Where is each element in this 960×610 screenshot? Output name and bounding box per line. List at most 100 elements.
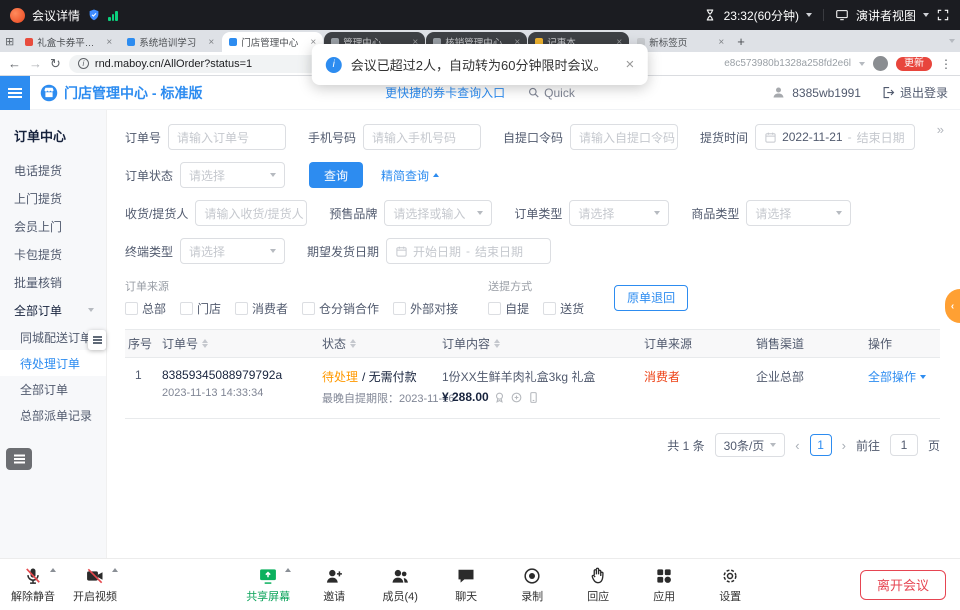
chevron-up-icon[interactable] — [112, 568, 118, 572]
toolbar-item-chat[interactable]: 聊天 — [443, 565, 489, 604]
coupon-query-link[interactable]: 更快捷的券卡查询入口 — [385, 84, 505, 101]
username[interactable]: 8385wb1991 — [792, 86, 861, 100]
receiver-input[interactable]: 请输入收货/提货人 — [195, 200, 307, 226]
browser-tab[interactable]: 门店管理中心× — [222, 32, 323, 52]
terminal-type-select[interactable]: 请选择 — [180, 238, 285, 264]
goto-page-input[interactable]: 1 — [890, 434, 918, 456]
toolbar-item-invite[interactable]: 邀请 — [311, 565, 357, 604]
table-header-cell[interactable]: 状态 — [319, 335, 439, 352]
sort-icon[interactable] — [350, 339, 356, 349]
brand-select[interactable]: 请选择或输入 — [384, 200, 492, 226]
tab-close-icon[interactable]: × — [718, 37, 724, 48]
sidebar-item[interactable]: 上门提货 — [0, 184, 106, 212]
all-actions-dropdown[interactable]: 全部操作 — [868, 368, 940, 385]
new-tab-button[interactable]: + — [737, 35, 745, 48]
checkbox-option[interactable]: 消费者 — [235, 300, 288, 317]
coupon-icon — [510, 391, 523, 404]
checkbox-icon[interactable] — [393, 302, 406, 315]
table-header-cell[interactable]: 订单内容 — [439, 335, 641, 352]
page-size-select[interactable]: 30条/页 — [715, 433, 786, 457]
sidebar-item[interactable]: 电话提货 — [0, 156, 106, 184]
sidebar-collapse-handle[interactable] — [88, 330, 106, 350]
expect-date-input[interactable]: 开始日期 - 结束日期 — [386, 238, 551, 264]
chevron-down-icon[interactable] — [806, 13, 812, 17]
banner-close-icon[interactable]: × — [625, 57, 634, 72]
order-number[interactable]: 83859345088979792a — [162, 368, 319, 382]
browser-update-button[interactable]: 更新 — [896, 57, 932, 71]
toolbar-item-screen-share[interactable]: 共享屏幕 — [245, 565, 291, 604]
security-shield-icon[interactable] — [87, 8, 101, 22]
checkbox-option[interactable]: 外部对接 — [393, 300, 458, 317]
toolbar-item-reaction[interactable]: 回应 — [575, 565, 621, 604]
fullscreen-icon[interactable] — [936, 8, 950, 22]
checkbox-icon[interactable] — [235, 302, 248, 315]
toolbar-item-settings[interactable]: 设置 — [707, 565, 753, 604]
tab-list-chevron-icon[interactable] — [949, 39, 955, 43]
leave-meeting-button[interactable]: 离开会议 — [860, 570, 946, 600]
toolbar-item-camera-off[interactable]: 开启视频 — [72, 565, 118, 604]
tab-title: 新标签页 — [649, 35, 714, 49]
reload-icon[interactable]: ↻ — [50, 57, 61, 70]
chevron-down-icon[interactable] — [859, 62, 865, 66]
back-icon[interactable]: ← — [8, 57, 21, 70]
phone-input[interactable]: 请输入手机号码 — [363, 124, 481, 150]
checkbox-icon[interactable] — [125, 302, 138, 315]
collapse-panel-icon[interactable]: » — [937, 122, 944, 137]
sidebar-item[interactable]: 总部派单记录 — [0, 402, 106, 428]
checkbox-icon[interactable] — [488, 302, 501, 315]
goods-type-select[interactable]: 请选择 — [746, 200, 851, 226]
toolbar-item-apps[interactable]: 应用 — [641, 565, 687, 604]
checkbox-option[interactable]: 仓分销合作 — [302, 300, 379, 317]
browser-profile-avatar[interactable] — [873, 56, 888, 71]
order-type-select[interactable]: 请选择 — [569, 200, 669, 226]
toolbar-item-members[interactable]: 成员(4) — [377, 565, 423, 604]
table-header-cell[interactable]: 订单号 — [159, 335, 319, 352]
sort-icon[interactable] — [494, 339, 500, 349]
order-no-input[interactable]: 请输入订单号 — [168, 124, 286, 150]
app-menu-button[interactable] — [0, 76, 30, 110]
sidebar-item[interactable]: 卡包提货 — [0, 240, 106, 268]
chevron-up-icon[interactable] — [50, 568, 56, 572]
toolbar-item-record[interactable]: 录制 — [509, 565, 555, 604]
quick-search[interactable]: Quick — [527, 86, 575, 100]
chevron-down-icon[interactable] — [923, 13, 929, 17]
pickup-date-input[interactable]: 2022-11-21 - 结束日期 — [755, 124, 915, 150]
browser-tab[interactable]: 礼盒卡券平台管理中心× — [18, 32, 119, 52]
prev-page-icon[interactable]: ‹ — [795, 438, 799, 453]
checkbox-option[interactable]: 送货 — [543, 300, 584, 317]
tab-close-icon[interactable]: × — [106, 37, 112, 48]
sidebar-item[interactable]: 会员上门 — [0, 212, 106, 240]
order-status-select[interactable]: 请选择 — [180, 162, 285, 188]
info-icon: i — [326, 57, 342, 73]
chevron-up-icon[interactable] — [285, 568, 291, 572]
sort-icon[interactable] — [202, 339, 208, 349]
browser-menu-icon[interactable]: ⋮ — [940, 57, 952, 71]
sidebar-item[interactable]: 全部订单 — [0, 376, 106, 402]
site-info-icon[interactable]: i — [78, 58, 89, 69]
search-button[interactable]: 查询 — [309, 162, 363, 188]
sidebar-item[interactable]: 批量核销 — [0, 268, 106, 296]
view-mode-label[interactable]: 演讲者视图 — [856, 7, 916, 24]
checkbox-icon[interactable] — [180, 302, 193, 315]
tab-grid-icon[interactable]: ⊞ — [5, 35, 14, 48]
browser-tab[interactable]: 系统培训学习× — [120, 32, 221, 52]
checkbox-option[interactable]: 总部 — [125, 300, 166, 317]
sidebar-item[interactable]: 全部订单 — [0, 296, 106, 324]
meeting-timer[interactable]: 23:32(60分钟) — [724, 7, 799, 24]
simple-query-link[interactable]: 精简查询 — [381, 167, 439, 184]
checkbox-option[interactable]: 门店 — [180, 300, 221, 317]
current-page[interactable]: 1 — [810, 434, 832, 456]
original-order-return-button[interactable]: 原单退回 — [614, 285, 688, 311]
pickup-code-input[interactable]: 请输入自提口令码 — [570, 124, 678, 150]
checkbox-icon[interactable] — [302, 302, 315, 315]
next-page-icon[interactable]: › — [842, 438, 846, 453]
forward-icon[interactable]: → — [29, 57, 42, 70]
checkbox-icon[interactable] — [543, 302, 556, 315]
sidebar-item[interactable]: 待处理订单 — [0, 350, 106, 376]
floating-tasklist-button[interactable] — [6, 448, 32, 470]
checkbox-option[interactable]: 自提 — [488, 300, 529, 317]
toolbar-item-mic-off[interactable]: 解除静音 — [10, 565, 56, 604]
tab-close-icon[interactable]: × — [208, 37, 214, 48]
meeting-title[interactable]: 会议详情 — [32, 7, 80, 24]
logout-button[interactable]: 退出登录 — [881, 84, 948, 101]
